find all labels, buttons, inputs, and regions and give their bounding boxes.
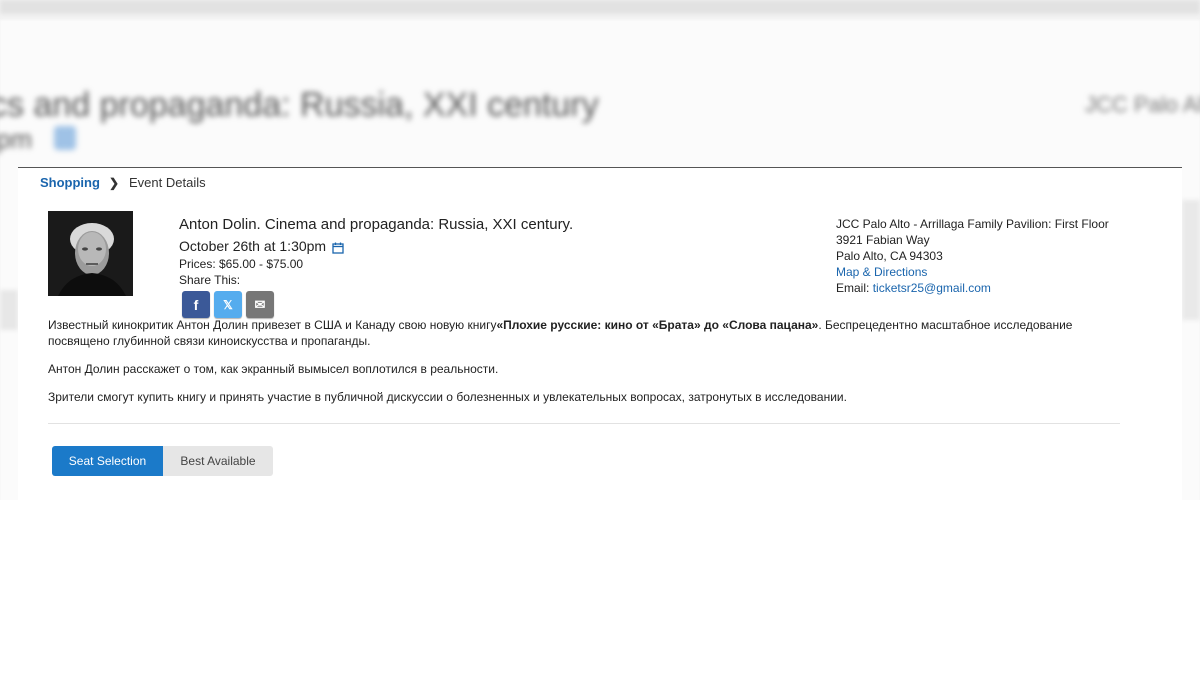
- event-prices: Prices: $65.00 - $75.00: [179, 257, 304, 271]
- breadcrumb: Shopping ❯ Event Details: [40, 175, 206, 190]
- calendar-icon[interactable]: [332, 240, 344, 254]
- facebook-icon: f: [193, 296, 199, 313]
- description-paragraph-2: Антон Долин расскажет о том, как экранны…: [48, 362, 499, 376]
- venue-name: JCC Palo Alto - Arrillaga Family Pavilio…: [836, 217, 1109, 231]
- blurred-right-block: [1182, 200, 1200, 320]
- blurred-left-block: [0, 290, 18, 330]
- venue-street: 3921 Fabian Way: [836, 233, 930, 247]
- blurred-top-bar: [0, 0, 1200, 14]
- envelope-icon: ✉: [254, 296, 266, 312]
- event-details-card: Shopping ❯ Event Details Anton Dolin. Ci…: [18, 167, 1182, 501]
- email-link[interactable]: ticketsr25@gmail.com: [873, 281, 991, 295]
- blurred-calendar-icon: [54, 126, 76, 150]
- blurred-title: cs and propaganda: Russia, XXI century: [0, 86, 599, 124]
- book-title: «Плохие русские: кино от «Брата» до «Сло…: [496, 318, 819, 332]
- event-description: Известный кинокритик Антон Долин привезе…: [48, 317, 1118, 417]
- event-info: Anton Dolin. Cinema and propaganda: Russ…: [179, 216, 573, 318]
- description-p1-text: Известный кинокритик Антон Долин привезе…: [48, 318, 497, 332]
- chevron-right-icon: ❯: [108, 175, 119, 190]
- seat-selection-tab[interactable]: Seat Selection: [52, 446, 163, 476]
- breadcrumb-shopping-link[interactable]: Shopping: [40, 175, 100, 190]
- share-buttons: f 𝕏 ✉: [182, 291, 573, 318]
- event-date-row: October 26th at 1:30pm: [179, 237, 573, 255]
- divider: [48, 423, 1120, 424]
- seat-tabs: Seat Selection Best Available: [52, 446, 273, 476]
- event-photo: [48, 211, 133, 296]
- event-title: Anton Dolin. Cinema and propaganda: Russ…: [179, 216, 574, 233]
- venue-email-row: Email: ticketsr25@gmail.com: [836, 280, 1109, 296]
- email-label: Email:: [836, 281, 873, 295]
- facebook-share-button[interactable]: f: [182, 291, 210, 318]
- breadcrumb-current: Event Details: [129, 175, 206, 190]
- description-paragraph-1: Известный кинокритик Антон Долин привезе…: [48, 317, 1118, 349]
- best-available-tab[interactable]: Best Available: [163, 446, 273, 476]
- venue-city: Palo Alto, CA 94303: [836, 249, 943, 263]
- page-bottom: [0, 500, 1200, 675]
- description-paragraph-3: Зрители смогут купить книгу и принять уч…: [48, 390, 847, 404]
- event-date: October 26th at 1:30pm: [179, 238, 327, 254]
- x-share-button[interactable]: 𝕏: [214, 291, 242, 318]
- x-icon: 𝕏: [223, 297, 233, 312]
- blurred-subtitle: pm: [0, 124, 33, 154]
- email-share-button[interactable]: ✉: [246, 291, 274, 318]
- blurred-venue: JCC Palo Alto: [1085, 92, 1200, 117]
- venue-info: JCC Palo Alto - Arrillaga Family Pavilio…: [836, 216, 1109, 296]
- map-directions-link[interactable]: Map & Directions: [836, 265, 927, 279]
- share-label: Share This:: [179, 273, 241, 287]
- portrait-image: [48, 211, 133, 296]
